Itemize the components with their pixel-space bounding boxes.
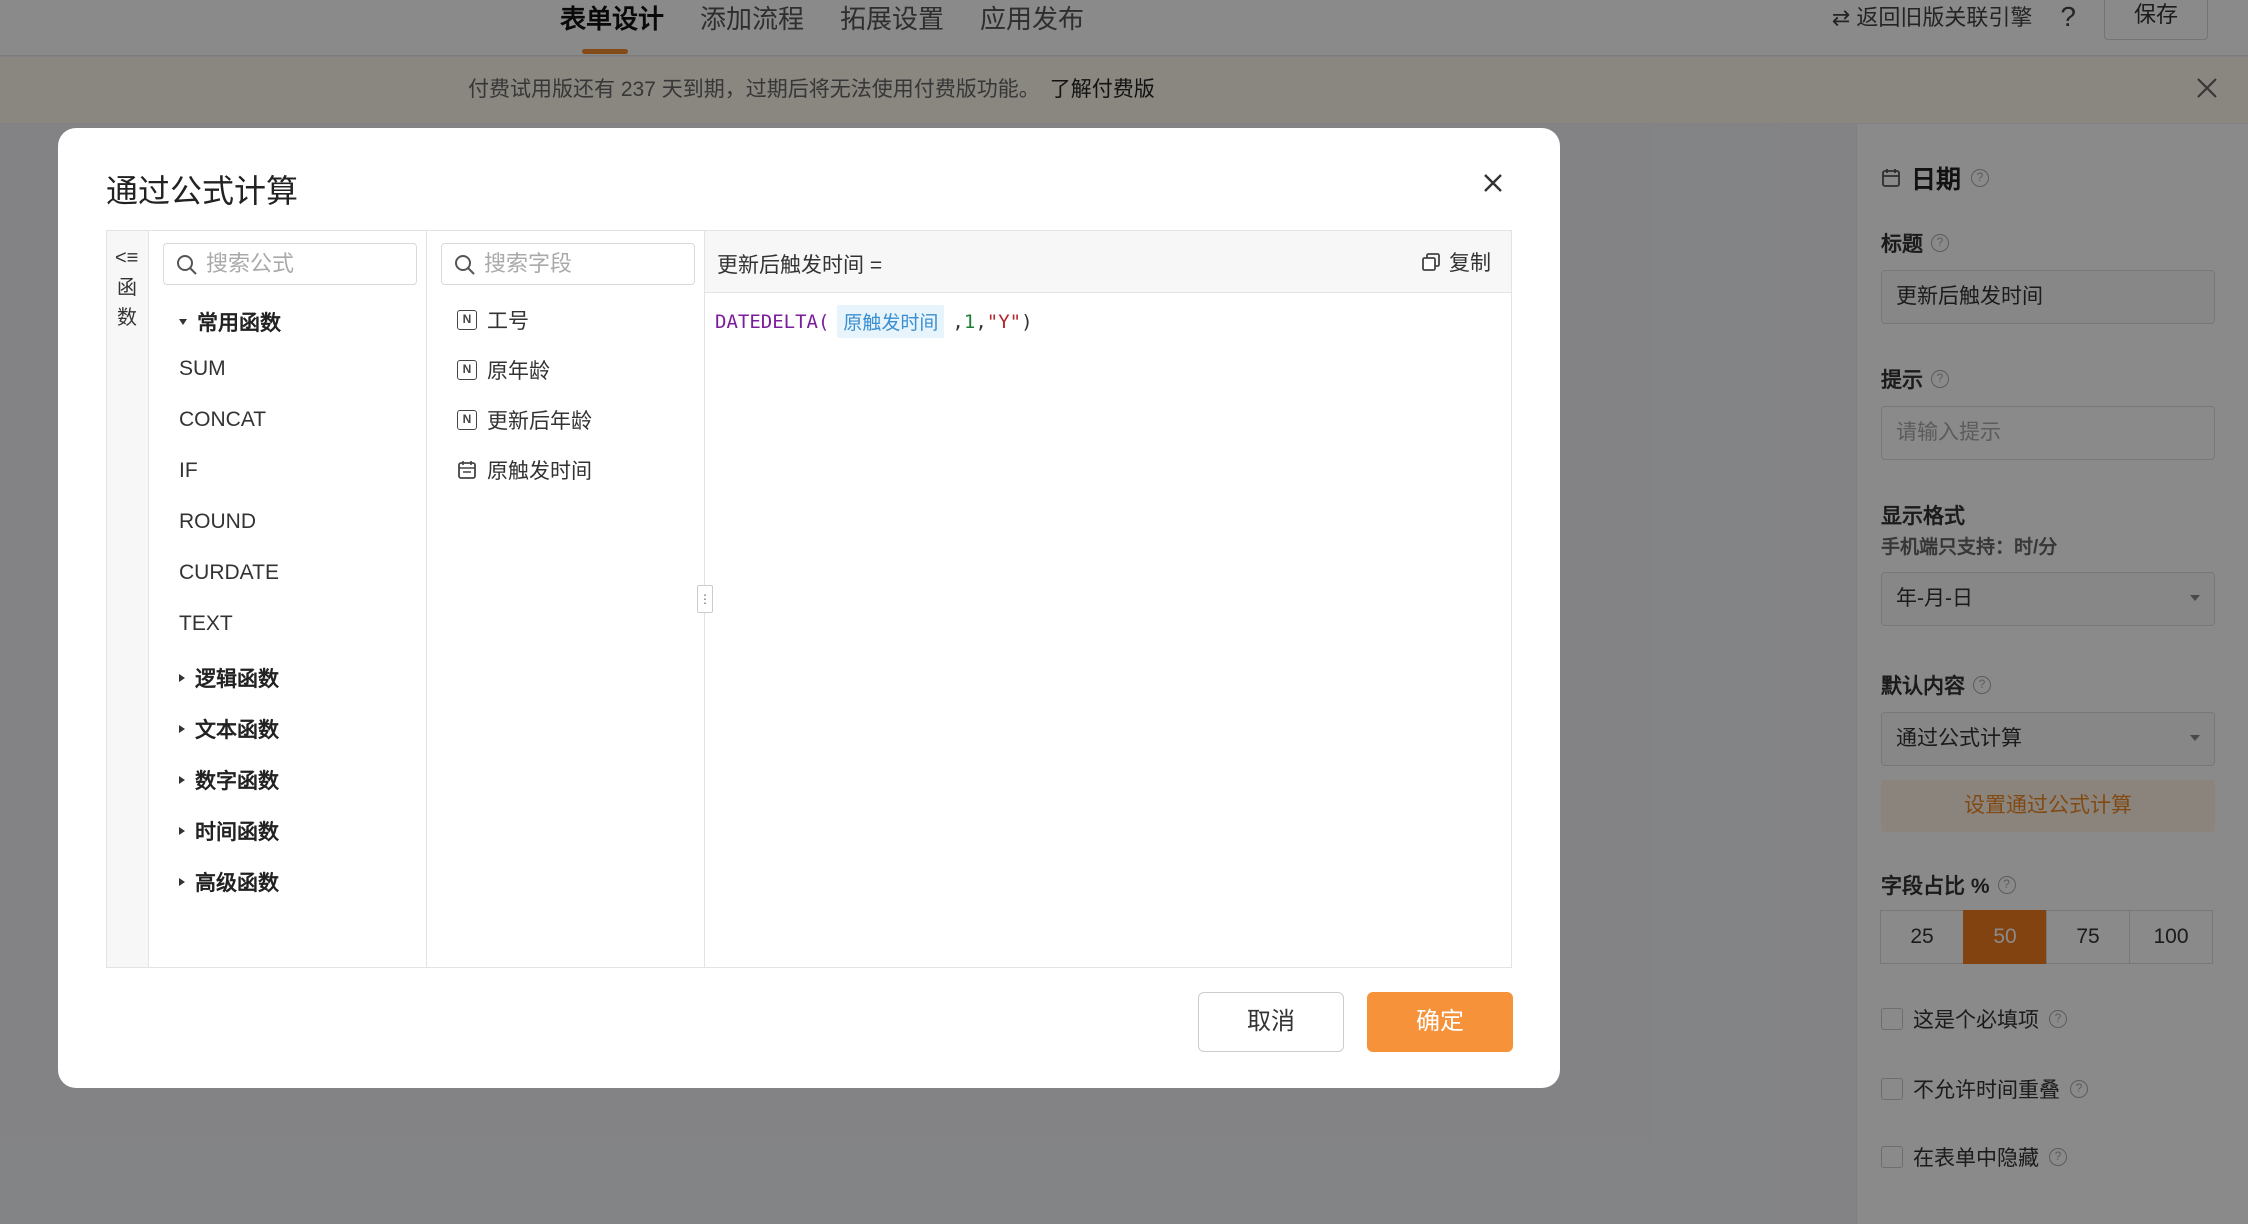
editor-header: 更新后触发时间 = 复制 — [705, 231, 1511, 293]
function-concat[interactable]: CONCAT — [179, 408, 266, 432]
group-common-functions[interactable]: 常用函数 — [179, 307, 281, 337]
caret-right-icon — [179, 878, 185, 886]
group-logic-functions[interactable]: 逻辑函数 — [179, 663, 279, 693]
calendar-icon — [458, 461, 476, 479]
target-field-label: 更新后触发时间 = — [717, 254, 883, 277]
cancel-button[interactable]: 取消 — [1198, 992, 1344, 1052]
field-item-employee-id[interactable]: N 工号 — [457, 305, 529, 335]
close-icon[interactable] — [1478, 168, 1508, 198]
field-list-panel: N 工号 N 原年龄 N 更新后年龄 原触发时间 — [427, 231, 705, 967]
number-field-icon: N — [457, 310, 477, 330]
caret-right-icon — [179, 674, 185, 682]
formula-code[interactable]: DATEDELTA( 原触发时间 , 1 , "Y" ) — [715, 305, 1033, 338]
formula-search-box[interactable] — [163, 243, 417, 285]
formula-string: "Y" — [986, 310, 1022, 333]
caret-down-icon — [179, 319, 187, 325]
caret-right-icon — [179, 827, 185, 835]
formula-function-name: DATEDELTA( — [715, 310, 830, 333]
formula-search-input[interactable] — [206, 248, 406, 280]
search-icon — [455, 255, 475, 275]
function-list-panel: 常用函数 SUM CONCAT IF ROUND CURDATE TEXT 逻辑… — [149, 231, 427, 967]
caret-right-icon — [179, 776, 185, 784]
group-text-functions[interactable]: 文本函数 — [179, 714, 279, 744]
copy-button[interactable]: 复制 — [1421, 247, 1491, 277]
formula-field-tag[interactable]: 原触发时间 — [837, 305, 945, 338]
formula-comma: , — [952, 310, 964, 333]
search-icon — [177, 255, 197, 275]
caret-right-icon — [179, 725, 185, 733]
number-field-icon: N — [457, 360, 477, 380]
field-item-original-trigger-time[interactable]: 原触发时间 — [457, 455, 592, 485]
function-curdate[interactable]: CURDATE — [179, 561, 279, 585]
formula-close-paren: ) — [1021, 310, 1033, 333]
group-time-functions[interactable]: 时间函数 — [179, 816, 279, 846]
function-panel-label: 函数 — [117, 277, 137, 329]
function-panel-toggle[interactable]: <≡ 函数 — [107, 231, 149, 967]
function-text[interactable]: TEXT — [179, 612, 233, 636]
field-search-input[interactable] — [484, 248, 684, 280]
number-field-icon: N — [457, 410, 477, 430]
formula-number: 1 — [963, 310, 976, 333]
field-item-original-age[interactable]: N 原年龄 — [457, 355, 550, 385]
field-item-updated-age[interactable]: N 更新后年龄 — [457, 405, 592, 435]
group-number-functions[interactable]: 数字函数 — [179, 765, 279, 795]
field-search-box[interactable] — [441, 243, 695, 285]
function-round[interactable]: ROUND — [179, 510, 256, 534]
function-if[interactable]: IF — [179, 459, 198, 483]
formula-editor-body: <≡ 函数 常用函数 SUM CONCAT IF ROUND CURDATE T… — [106, 230, 1512, 968]
dialog-title: 通过公式计算 — [106, 173, 299, 209]
copy-icon — [1422, 253, 1440, 271]
collapse-icon[interactable]: <≡ — [115, 247, 138, 270]
formula-comma: , — [975, 310, 987, 333]
confirm-button[interactable]: 确定 — [1367, 992, 1513, 1052]
formula-editor: 更新后触发时间 = 复制 DATEDELTA( 原触发时间 , 1 , "Y" … — [705, 231, 1511, 967]
formula-dialog: 通过公式计算 <≡ 函数 常用函数 SUM CONCAT IF ROUND CU… — [58, 128, 1560, 1088]
group-advanced-functions[interactable]: 高级函数 — [179, 867, 279, 897]
function-sum[interactable]: SUM — [179, 357, 226, 381]
